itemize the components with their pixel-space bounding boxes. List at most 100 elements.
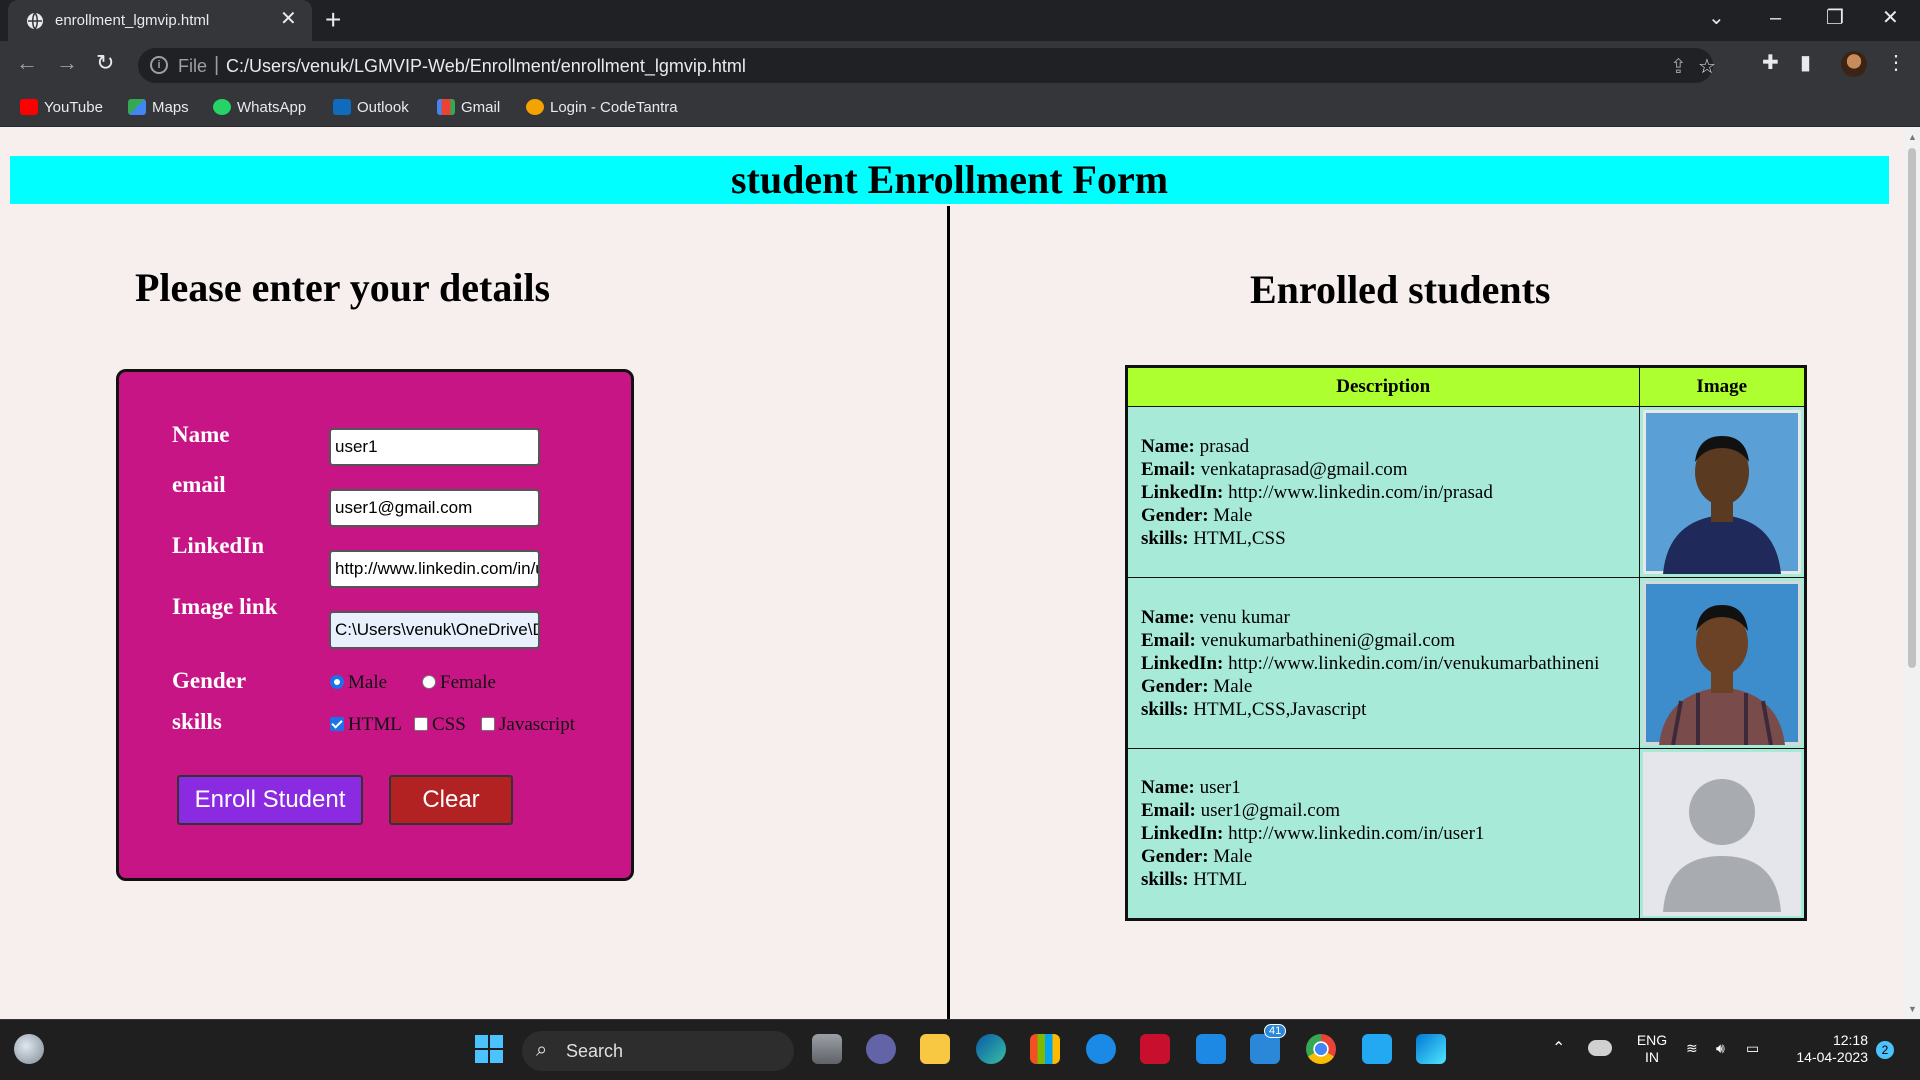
edge-icon[interactable] — [976, 1034, 1006, 1064]
mcafee-icon[interactable] — [1140, 1034, 1170, 1064]
name-field-label: Name: — [1141, 435, 1195, 457]
bookmark-codetantra[interactable]: Login - CodeTantra — [526, 98, 678, 118]
css-checkbox[interactable] — [414, 717, 428, 731]
region-text: IN — [1645, 1049, 1659, 1065]
javascript-checkbox-label: Javascript — [499, 714, 575, 735]
language-indicator[interactable]: ENG IN — [1632, 1032, 1672, 1066]
skills-field-label: skills: — [1141, 527, 1189, 549]
email-field-label: Email: — [1141, 458, 1196, 480]
linkedin-input[interactable]: http://www.linkedin.com/in/u — [329, 550, 540, 588]
skill-option-css[interactable]: CSS — [414, 714, 466, 736]
page-content: student Enrollment Form Please enter you… — [0, 128, 1904, 1019]
gender-option-male[interactable]: Male — [330, 672, 387, 694]
store-icon[interactable] — [1030, 1034, 1060, 1064]
student-skills: HTML,CSS,Javascript — [1193, 698, 1367, 720]
enroll-student-button[interactable]: Enroll Student — [177, 775, 363, 825]
gender-option-female[interactable]: Female — [422, 672, 496, 694]
page-scrollbar[interactable]: ▲ ▼ — [1904, 128, 1920, 1019]
person-photo-icon — [1642, 581, 1801, 745]
show-hidden-icons-icon[interactable]: ⌃ — [1552, 1040, 1565, 1057]
html-checkbox-label: HTML — [348, 714, 402, 735]
address-bar[interactable]: i File | C:/Users/venuk/LGMVIP-Web/Enrol… — [138, 48, 1716, 83]
tips-icon[interactable] — [1086, 1034, 1116, 1064]
back-arrow-icon[interactable]: ← — [16, 51, 38, 75]
onedrive-icon[interactable] — [1588, 1040, 1612, 1056]
scroll-thumb[interactable] — [1908, 148, 1916, 668]
male-radio[interactable] — [330, 675, 344, 689]
side-panel-icon[interactable]: ▮ — [1800, 51, 1811, 75]
share-icon[interactable]: ⇪ — [1670, 54, 1687, 79]
info-icon[interactable]: i — [150, 56, 168, 74]
close-window-icon[interactable]: ✕ — [1882, 6, 1899, 30]
scroll-up-icon[interactable]: ▲ — [1908, 132, 1917, 142]
scroll-down-icon[interactable]: ▼ — [1908, 1004, 1917, 1014]
myhp-icon[interactable] — [1196, 1034, 1226, 1064]
search-icon: ⌕ — [536, 1039, 548, 1061]
taskbar-search[interactable]: ⌕ Search — [522, 1031, 794, 1071]
clock[interactable]: 12:18 14-04-2023 — [1784, 1032, 1868, 1066]
javascript-checkbox[interactable] — [481, 717, 495, 731]
windows-start-icon[interactable] — [474, 1034, 504, 1064]
notification-badge[interactable]: 2 — [1876, 1041, 1894, 1059]
table-row: Name: user1 Email: user1@gmail.com Linke… — [1126, 748, 1806, 920]
name-field-label: Name: — [1141, 777, 1195, 798]
student-image-cell — [1638, 406, 1806, 578]
maps-icon — [128, 99, 146, 115]
forward-arrow-icon[interactable]: → — [56, 51, 78, 75]
enrollment-form: Name user1 email user1@gmail.com LinkedI… — [116, 369, 634, 881]
bookmark-outlook[interactable]: Outlook — [333, 98, 409, 118]
chrome-icon[interactable] — [1306, 1034, 1336, 1064]
email-field-label: Email: — [1141, 629, 1196, 651]
profile-avatar[interactable] — [1841, 51, 1867, 77]
browser-tab[interactable]: enrollment_lgmvip.html ✕ — [8, 0, 312, 41]
new-tab-button[interactable]: + — [325, 5, 341, 35]
image-link-input[interactable]: C:\Users\venuk\OneDrive\D — [329, 611, 540, 649]
student-photo — [1642, 410, 1801, 574]
student-description: Name: prasad Email: venkataprasad@gmail.… — [1126, 406, 1640, 578]
minimize-icon[interactable]: – — [1770, 6, 1781, 30]
menu-kebab-icon[interactable]: ⋮ — [1886, 51, 1906, 75]
bookmark-gmail[interactable]: Gmail — [437, 98, 500, 118]
skills-field-label: skills: — [1141, 869, 1189, 890]
tab-search-chevron-icon[interactable]: ⌄ — [1708, 6, 1725, 30]
bookmark-whatsapp[interactable]: WhatsApp — [213, 98, 306, 118]
extensions-icon[interactable]: ✚ — [1762, 51, 1779, 75]
skill-option-javascript[interactable]: Javascript — [481, 714, 575, 736]
table-row: Name: prasad Email: venkataprasad@gmail.… — [1126, 406, 1806, 578]
wifi-icon[interactable]: ≋ — [1686, 1040, 1698, 1057]
css-checkbox-label: CSS — [432, 714, 466, 735]
photos-icon[interactable] — [1416, 1034, 1446, 1064]
name-field-label: Name: — [1141, 606, 1195, 628]
weather-icon[interactable] — [14, 1034, 44, 1064]
email-field-label: Email: — [1141, 800, 1196, 821]
outlook-icon — [333, 99, 351, 115]
bookmark-label: Outlook — [357, 99, 409, 116]
vscode-icon[interactable] — [1362, 1034, 1392, 1064]
url-text[interactable]: C:/Users/venuk/LGMVIP-Web/Enrollment/enr… — [226, 56, 746, 77]
clear-button[interactable]: Clear — [389, 775, 513, 825]
reload-icon[interactable]: ↻ — [96, 51, 114, 75]
enrolled-students-table: Description Image Name: prasad Email: ve… — [1125, 365, 1807, 921]
gender-field-label: Gender: — [1141, 675, 1209, 697]
app-icon[interactable]: 41 — [1250, 1024, 1287, 1064]
bookmark-maps[interactable]: Maps — [128, 98, 189, 118]
volume-icon[interactable]: 🔊︎ — [1716, 1040, 1725, 1057]
teams-chat-icon[interactable] — [866, 1034, 896, 1064]
task-view-icon[interactable] — [812, 1034, 842, 1064]
student-name: user1 — [1199, 777, 1241, 798]
html-checkbox[interactable] — [330, 717, 344, 731]
bookmark-label: Maps — [152, 99, 189, 116]
tab-close-icon[interactable]: ✕ — [280, 9, 297, 29]
battery-icon[interactable]: ▭ — [1746, 1040, 1759, 1057]
email-input[interactable]: user1@gmail.com — [329, 489, 540, 527]
skill-option-html[interactable]: HTML — [330, 714, 402, 736]
table-row: Name: venu kumar Email: venukumarbathine… — [1126, 577, 1806, 749]
bookmark-star-icon[interactable]: ☆ — [1698, 54, 1716, 79]
clock-time: 12:18 — [1832, 1032, 1868, 1048]
gender-field-label: Gender: — [1141, 846, 1209, 867]
bookmark-youtube[interactable]: YouTube — [20, 98, 103, 118]
restore-icon[interactable]: ❐ — [1826, 6, 1844, 30]
name-input[interactable]: user1 — [329, 428, 540, 466]
file-explorer-icon[interactable] — [920, 1034, 950, 1064]
female-radio[interactable] — [422, 675, 436, 689]
